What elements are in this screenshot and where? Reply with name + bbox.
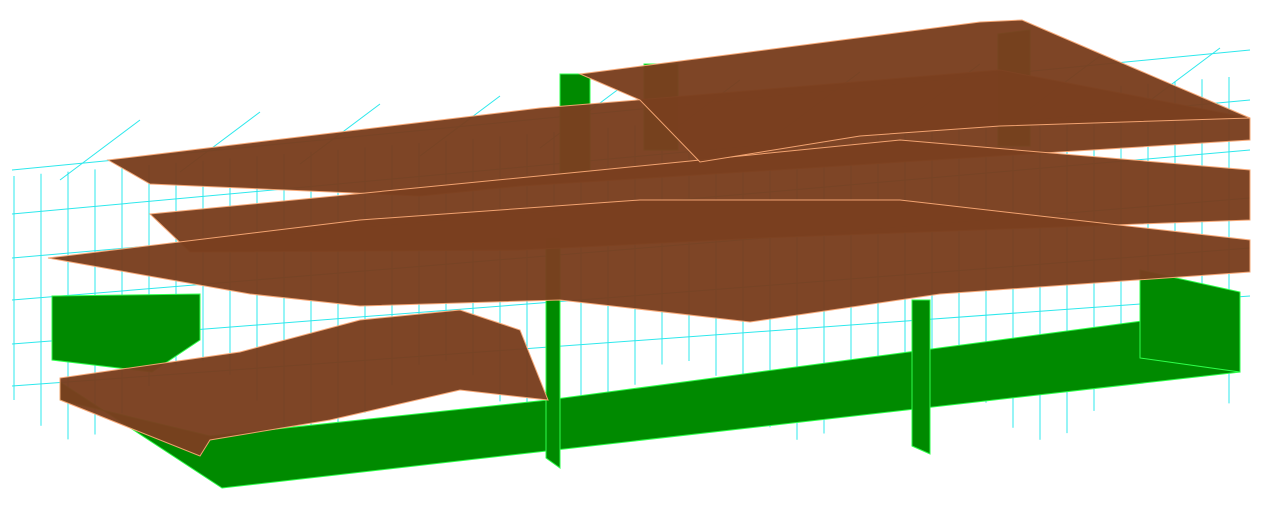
core-wall-right <box>911 299 931 455</box>
structural-model-3d-view <box>0 0 1280 514</box>
